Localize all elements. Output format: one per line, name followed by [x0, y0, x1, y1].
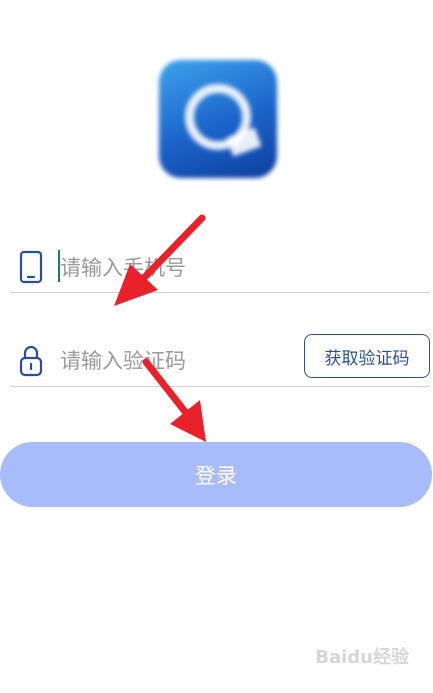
padlock-icon: [18, 344, 44, 382]
login-button[interactable]: 登录: [0, 442, 432, 507]
verification-code-input[interactable]: [60, 345, 290, 377]
get-code-button[interactable]: 获取验证码: [304, 334, 430, 378]
app-logo-icon: [159, 60, 277, 178]
watermark: Baidu经验: [315, 647, 409, 668]
phone-input[interactable]: [60, 253, 400, 283]
smartphone-icon: [18, 250, 44, 288]
code-field-row: 获取验证码: [10, 330, 430, 387]
phone-field-row: [10, 238, 430, 293]
